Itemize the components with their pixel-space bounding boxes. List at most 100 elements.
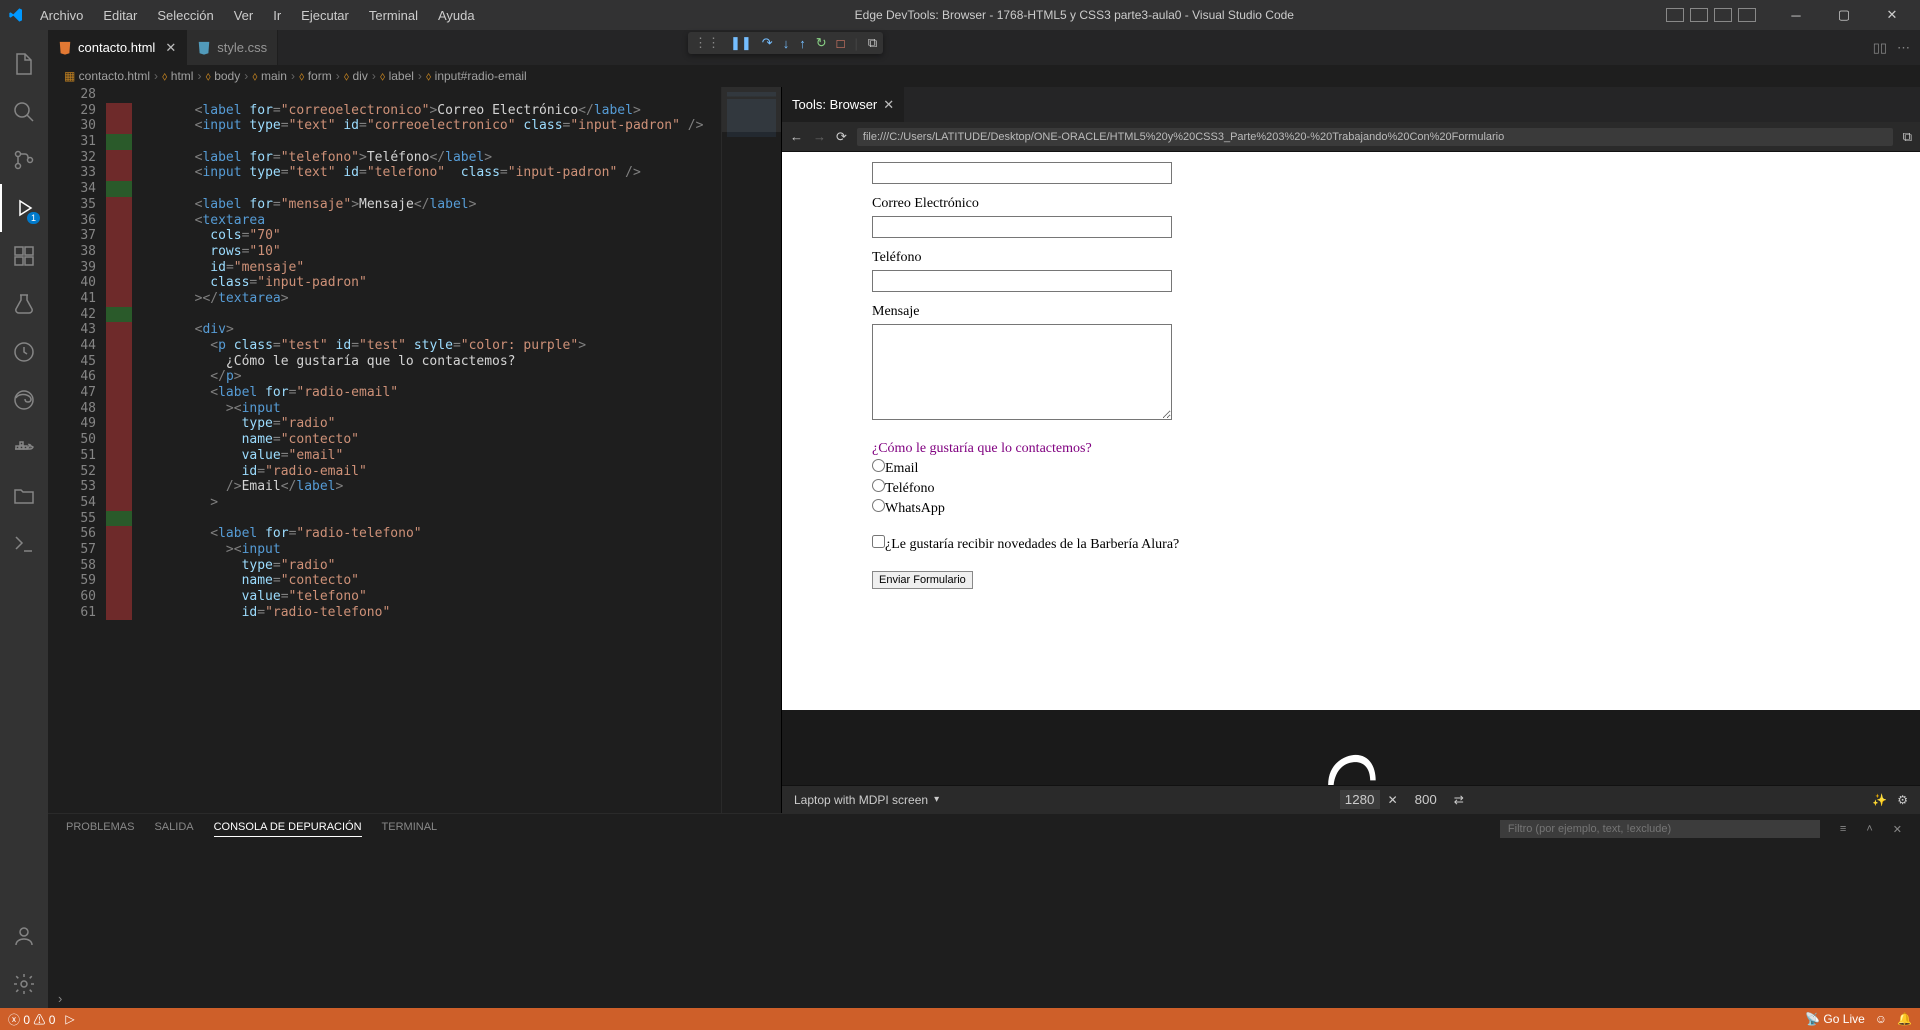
folder-icon[interactable] (0, 472, 48, 520)
menu-item[interactable]: Archivo (32, 4, 91, 27)
code-editor[interactable]: 2829303132333435363738394041424344454647… (48, 87, 781, 813)
tab-label: contacto.html (78, 40, 155, 55)
breadcrumb-item[interactable]: ⬨ input#radio-email (426, 69, 527, 84)
panel-tab[interactable]: PROBLEMAS (66, 821, 134, 837)
close-icon[interactable]: ✕ (165, 40, 176, 56)
menu-item[interactable]: Terminal (361, 4, 426, 27)
close-button[interactable]: ✕ (1872, 0, 1912, 30)
history-icon[interactable] (0, 328, 48, 376)
settings-icon[interactable] (0, 960, 48, 1008)
menu-item[interactable]: Ver (226, 4, 262, 27)
maximize-button[interactable]: ▢ (1824, 0, 1864, 30)
correo-input[interactable] (872, 216, 1172, 238)
breadcrumb-item[interactable]: ⬨ div (344, 69, 368, 84)
menu-item[interactable]: Selección (149, 4, 221, 27)
bottom-panel: PROBLEMAS SALIDA CONSOLA DE DEPURACIÓN TERM… (48, 813, 1920, 1008)
url-bar[interactable]: file:///C:/Users/LATITUDE/Desktop/ONE-OR… (857, 128, 1893, 146)
menu-item[interactable]: Ir (265, 4, 289, 27)
devtools-tab[interactable]: Tools: Browser ✕ (782, 87, 904, 122)
collapse-icon[interactable]: ˄ (1866, 823, 1872, 835)
error-count[interactable]: ⓧ 0 ⚠ 0 (8, 1011, 55, 1028)
step-into-icon[interactable]: ↓ (783, 36, 790, 51)
menu-item[interactable]: Ayuda (430, 4, 483, 27)
radio-whatsapp[interactable] (872, 499, 885, 512)
docker-icon[interactable] (0, 424, 48, 472)
feedback-icon[interactable]: ☺ (1875, 1012, 1887, 1026)
forward-icon[interactable]: → (813, 129, 826, 144)
bell-icon[interactable]: 🔔 (1897, 1012, 1912, 1026)
breadcrumb-item[interactable]: ⬨ form (299, 69, 332, 84)
editor-tab[interactable]: contacto.html ✕ (48, 30, 187, 65)
width-input[interactable] (1340, 790, 1380, 809)
pause-icon[interactable]: ❚❚ (730, 35, 752, 51)
newsletter-label: ¿Le gustaría recibir novedades de la Bar… (885, 537, 1179, 552)
drag-handle-icon[interactable]: ⋮⋮ (694, 35, 720, 51)
layout-icon[interactable] (1738, 8, 1756, 22)
label-telefono: Teléfono (872, 250, 1830, 266)
close-panel-icon[interactable]: ✕ (1893, 823, 1902, 836)
account-icon[interactable] (0, 912, 48, 960)
split-editor-icon[interactable]: ▯▯ (1873, 40, 1887, 56)
search-icon[interactable] (0, 88, 48, 136)
go-live-button[interactable]: 📡 Go Live (1805, 1012, 1865, 1026)
device-select[interactable]: Laptop with MDPI screen (794, 793, 928, 807)
back-icon[interactable]: ← (790, 129, 803, 144)
newsletter-checkbox[interactable] (872, 535, 885, 548)
chevron-right-icon[interactable]: › (58, 991, 62, 1006)
breadcrumb-item[interactable]: ▦ contacto.html (64, 69, 150, 83)
activity-bar: 1 (0, 30, 48, 1008)
gear-icon[interactable]: ⚙ (1897, 793, 1908, 807)
scm-icon[interactable] (0, 136, 48, 184)
close-icon[interactable]: ✕ (883, 97, 894, 113)
layout-icon[interactable] (1714, 8, 1732, 22)
radio-telefono[interactable] (872, 479, 885, 492)
breadcrumb-item[interactable]: ⬨ main (252, 69, 287, 84)
page-footer (782, 710, 1920, 785)
terminal-icon[interactable] (0, 520, 48, 568)
radio-email[interactable] (872, 459, 885, 472)
restart-icon[interactable]: ↻ (816, 35, 827, 51)
panel-tab[interactable]: SALIDA (154, 821, 193, 837)
menu-item[interactable]: Ejecutar (293, 4, 357, 27)
telefono-input[interactable] (872, 270, 1172, 292)
explorer-icon[interactable] (0, 40, 48, 88)
breadcrumb-item[interactable]: ⬨ label (380, 69, 414, 84)
open-external-icon[interactable]: ⧉ (1903, 129, 1912, 145)
submit-button[interactable]: Enviar Formulario (872, 571, 973, 589)
chevron-down-icon[interactable]: ▾ (934, 794, 939, 805)
debug-toolbar[interactable]: ⋮⋮ ❚❚ ↷ ↓ ↑ ↻ □ | ⧉ (688, 32, 883, 54)
panel-tab[interactable]: TERMINAL (382, 821, 438, 837)
minimap[interactable] (721, 87, 781, 813)
reload-icon[interactable]: ⟳ (836, 129, 847, 145)
stop-icon[interactable]: □ (837, 36, 845, 51)
height-input[interactable] (1406, 790, 1446, 809)
name-input[interactable] (872, 162, 1172, 184)
breadcrumb-item[interactable]: ⬨ html (162, 69, 193, 84)
editor-tab[interactable]: style.css (187, 30, 278, 65)
rotate-icon[interactable]: ⇄ (1454, 793, 1464, 807)
breadcrumb[interactable]: ▦ contacto.html›⬨ html›⬨ body›⬨ main›⬨ f… (48, 65, 1920, 87)
browser-icon[interactable]: ⧉ (868, 35, 877, 51)
testing-icon[interactable] (0, 280, 48, 328)
extensions-icon[interactable] (0, 232, 48, 280)
menu-item[interactable]: Editar (95, 4, 145, 27)
edge-icon[interactable] (0, 376, 48, 424)
breadcrumb-item[interactable]: ⬨ body (205, 69, 240, 84)
window-title: Edge DevTools: Browser - 1768-HTML5 y CS… (483, 8, 1666, 22)
wand-icon[interactable]: ✨ (1872, 793, 1887, 807)
step-over-icon[interactable]: ↷ (762, 35, 773, 51)
debug-icon[interactable]: 1 (0, 184, 48, 232)
settings-icon[interactable]: ≡ (1840, 823, 1846, 835)
browser-viewport[interactable]: Correo Electrónico Teléfono Mensaje ¿Cóm… (782, 152, 1920, 785)
logo-hair-icon (1316, 753, 1386, 785)
debug-status-icon[interactable]: ▷ (65, 1012, 74, 1026)
devtools-browser-pane: Tools: Browser ✕ ← → ⟳ file:///C:/Users/… (781, 87, 1920, 813)
more-icon[interactable]: ⋯ (1897, 40, 1910, 56)
minimize-button[interactable]: ─ (1776, 0, 1816, 30)
layout-icon[interactable] (1690, 8, 1708, 22)
mensaje-textarea[interactable] (872, 324, 1172, 420)
step-out-icon[interactable]: ↑ (799, 36, 806, 51)
panel-tab[interactable]: CONSOLA DE DEPURACIÓN (214, 821, 362, 837)
layout-icon[interactable] (1666, 8, 1684, 22)
filter-input[interactable] (1500, 820, 1820, 838)
